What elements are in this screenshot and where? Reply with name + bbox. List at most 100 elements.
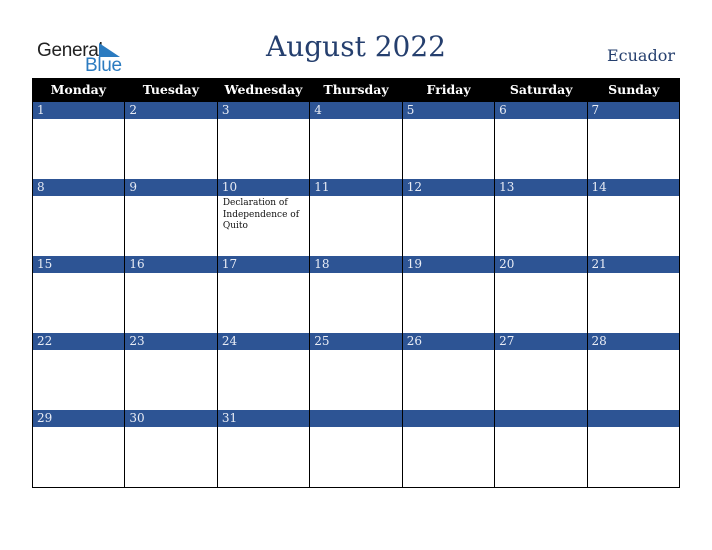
day-event [125, 119, 216, 121]
day-event [218, 119, 309, 121]
day-cell: 8 [32, 179, 125, 256]
day-event [33, 196, 124, 198]
day-event [495, 273, 586, 275]
day-number: 11 [310, 179, 402, 196]
day-event [495, 350, 586, 352]
day-cell: 26 [401, 333, 495, 410]
day-cell: 28 [586, 333, 680, 410]
day-event [588, 273, 679, 275]
day-number: 13 [495, 179, 587, 196]
day-event [588, 119, 679, 121]
week-row: 15 16 17 18 19 20 21 [32, 256, 680, 333]
day-cell: 4 [309, 102, 402, 179]
day-event [310, 196, 401, 198]
day-event [218, 427, 309, 429]
day-event [403, 196, 494, 198]
day-number: 1 [33, 102, 125, 119]
day-number: 26 [402, 333, 495, 350]
day-number: 2 [125, 102, 217, 119]
day-event [310, 350, 401, 352]
day-event [403, 119, 494, 121]
day-number: 10 [217, 179, 310, 196]
day-cell: 3 [216, 102, 310, 179]
day-number: 19 [402, 256, 495, 273]
day-event [588, 196, 679, 198]
day-cell: 5 [401, 102, 495, 179]
weekday-header-sunday: Sunday [608, 82, 660, 97]
day-cell: 6 [494, 102, 587, 179]
day-event [125, 350, 216, 352]
day-event [588, 350, 679, 352]
day-event [310, 119, 401, 121]
day-number: 25 [310, 333, 402, 350]
day-number: 4 [310, 102, 402, 119]
day-cell [586, 410, 680, 487]
day-number: 6 [495, 102, 587, 119]
day-event [403, 350, 494, 352]
day-event: Declaration of Independence of Quito [222, 198, 300, 231]
day-cell: 27 [494, 333, 587, 410]
day-cell: 10 Declaration of Independence of Quito [216, 179, 310, 256]
week-row: 29 30 31 [32, 410, 680, 488]
day-event [310, 427, 401, 429]
day-cell: 20 [494, 256, 587, 333]
day-event [495, 119, 586, 121]
day-cell [494, 410, 587, 487]
day-cell: 23 [124, 333, 217, 410]
day-number: 8 [33, 179, 125, 196]
day-number [495, 410, 587, 427]
day-event [403, 427, 494, 429]
weekday-header-monday: Monday [50, 82, 106, 97]
weekday-header-saturday: Saturday [509, 82, 573, 97]
day-event [310, 273, 401, 275]
weekday-header-friday: Friday [426, 82, 471, 97]
day-cell: 18 [309, 256, 402, 333]
week-row: 8 9 10 Declaration of Independence of Quito… [32, 179, 680, 256]
day-event [33, 273, 124, 275]
day-number: 7 [587, 102, 679, 119]
day-number [310, 410, 402, 427]
day-cell: 31 [216, 410, 310, 487]
day-event [495, 427, 586, 429]
day-cell: 25 [309, 333, 402, 410]
day-cell: 13 [494, 179, 587, 256]
day-event [125, 273, 216, 275]
day-number: 28 [587, 333, 679, 350]
day-cell: 14 [586, 179, 680, 256]
weekday-header-thursday: Thursday [323, 82, 389, 97]
weekday-header-row: Monday Tuesday Wednesday Thursday Friday Satu… [32, 78, 680, 102]
day-number [402, 410, 495, 427]
day-event [33, 427, 124, 429]
week-row: 22 23 24 25 26 27 28 [32, 333, 680, 410]
day-event [403, 273, 494, 275]
calendar-title: August 2022 [266, 30, 446, 63]
day-number: 12 [402, 179, 495, 196]
day-number: 9 [125, 179, 217, 196]
day-event [33, 119, 124, 121]
day-number: 31 [217, 410, 310, 427]
day-cell: 1 [32, 102, 125, 179]
day-number: 18 [310, 256, 402, 273]
day-cell: 2 [124, 102, 217, 179]
country-label: Ecuador [606, 46, 675, 65]
day-cell: 29 [32, 410, 125, 487]
day-number: 22 [33, 333, 125, 350]
day-event [125, 196, 216, 198]
day-number: 5 [402, 102, 495, 119]
day-number: 3 [217, 102, 310, 119]
day-number: 20 [495, 256, 587, 273]
day-cell: 11 [309, 179, 402, 256]
day-number: 30 [125, 410, 217, 427]
day-cell: 16 [124, 256, 217, 333]
day-event [218, 350, 309, 352]
day-cell: 24 [216, 333, 310, 410]
day-event [495, 196, 586, 198]
day-cell: 22 [32, 333, 125, 410]
day-number [587, 410, 679, 427]
day-number: 29 [33, 410, 125, 427]
day-event [125, 427, 216, 429]
day-cell: 9 [124, 179, 217, 256]
day-number: 23 [125, 333, 217, 350]
weekday-header-tuesday: Tuesday [142, 82, 200, 97]
day-cell: 12 [401, 179, 495, 256]
